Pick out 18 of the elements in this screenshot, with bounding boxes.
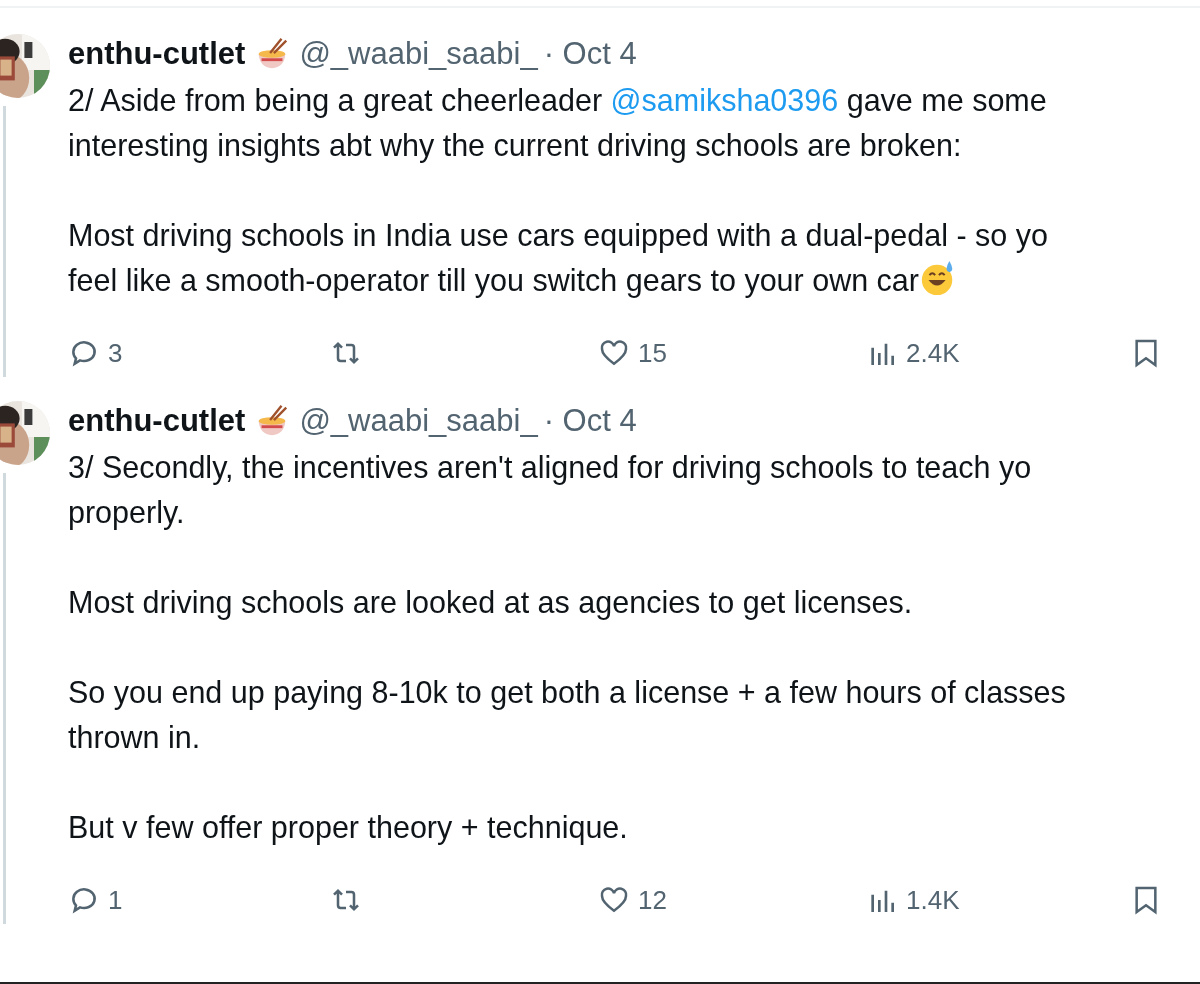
post-date[interactable]: · Oct 4	[543, 403, 637, 439]
author-name[interactable]: enthu-cutlet	[68, 36, 246, 72]
post-text: 3/ Secondly, the incentives aren't aligned for driving schools to teach yo properly.	[68, 449, 1033, 532]
post-text: So you end up paying 8-10k to get both a license + a few hours of classes thrown in.	[68, 674, 1067, 756]
post-text: 2/ Aside from being a great cheerleader @samiksha0396 gave me some interesting insights abt why the current driving schools are broken:	[68, 82, 1048, 165]
reply-button[interactable]: 1	[68, 884, 123, 916]
reply-button[interactable]: 3	[68, 337, 123, 369]
post-date[interactable]: · Oct 4	[543, 36, 637, 72]
author-name[interactable]: enthu-cutlet	[68, 403, 246, 439]
post-text: But v few offer proper theory + technique.	[68, 809, 629, 847]
author-handle[interactable]: @_waabi_saabi_	[299, 403, 538, 439]
post-text: Most driving schools in India use cars equipped with a dual-pedal - so yo feel like a smooth-operator till you switch gears to your own car	[68, 217, 1049, 300]
post-text: Most driving schools are looked at as agencies to get licenses.	[68, 584, 914, 622]
views-button[interactable]: 1.4K	[866, 884, 960, 916]
author-handle[interactable]: @_waabi_saabi_	[299, 36, 538, 72]
like-button[interactable]: 12	[598, 884, 667, 916]
views-button[interactable]: 2.4K	[866, 337, 960, 369]
like-button[interactable]: 15	[598, 337, 667, 369]
